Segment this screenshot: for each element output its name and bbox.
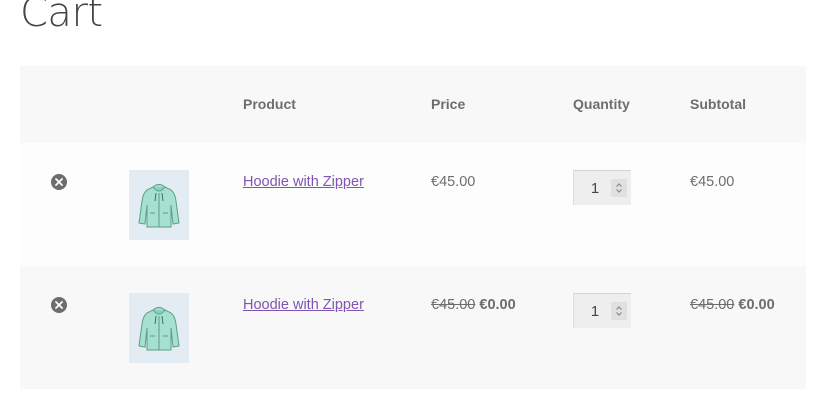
product-name-link[interactable]: Hoodie with Zipper	[243, 297, 364, 313]
subtotal-current: €45.00	[690, 174, 735, 190]
price-current: €45.00	[431, 174, 476, 190]
quantity-stepper[interactable]: 1	[573, 293, 631, 328]
quantity-input[interactable]: 1	[574, 180, 610, 197]
up-down-chevron-icon	[616, 306, 622, 316]
column-header-subtotal: Subtotal	[690, 96, 746, 112]
product-name-link[interactable]: Hoodie with Zipper	[243, 174, 364, 190]
table-header-row: Product Price Quantity Subtotal	[20, 66, 806, 143]
remove-item-button[interactable]	[51, 297, 67, 313]
page-title: Cart	[20, 0, 103, 36]
cart-page: Cart Product Price Quantity Subtotal Hoo…	[0, 0, 819, 403]
remove-item-button[interactable]	[51, 174, 67, 190]
item-subtotal: €45.00 €0.00	[690, 297, 775, 313]
product-thumbnail[interactable]	[129, 170, 189, 240]
quantity-spin-buttons[interactable]	[611, 179, 627, 197]
quantity-spin-buttons[interactable]	[611, 302, 627, 320]
column-header-product: Product	[243, 96, 296, 112]
table-row: Hoodie with Zipper €45.00 €0.00 1 €45.00…	[20, 266, 806, 389]
product-thumbnail[interactable]	[129, 293, 189, 363]
item-subtotal: €45.00	[690, 174, 734, 190]
table-row: Hoodie with Zipper €45.00 1 €45.00	[20, 143, 806, 266]
quantity-stepper[interactable]: 1	[573, 170, 631, 205]
item-price: €45.00	[431, 174, 475, 190]
column-header-price: Price	[431, 96, 466, 112]
item-price: €45.00 €0.00	[431, 297, 516, 313]
subtotal-current: €0.00	[738, 297, 775, 313]
hoodie-image	[138, 307, 180, 351]
cart-table: Product Price Quantity Subtotal Hoodie w…	[20, 66, 806, 389]
quantity-input[interactable]: 1	[574, 303, 610, 320]
price-current: €0.00	[479, 297, 516, 313]
close-icon	[55, 178, 63, 186]
hoodie-image	[138, 184, 180, 228]
close-icon	[55, 301, 63, 309]
price-original: €45.00	[431, 297, 476, 313]
up-down-chevron-icon	[616, 183, 622, 193]
column-header-quantity: Quantity	[573, 96, 630, 112]
subtotal-original: €45.00	[690, 297, 735, 313]
